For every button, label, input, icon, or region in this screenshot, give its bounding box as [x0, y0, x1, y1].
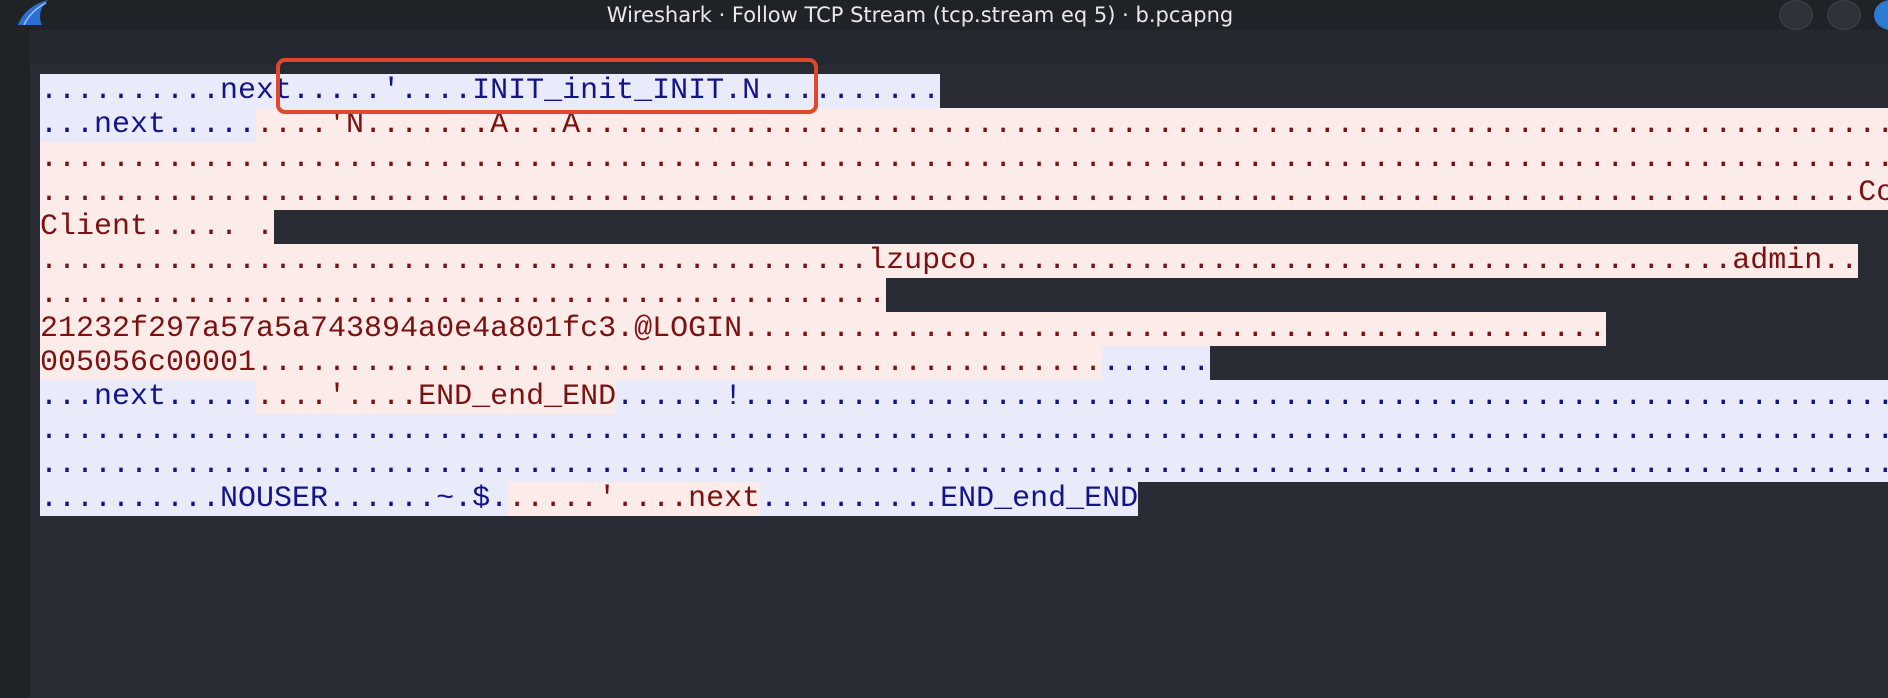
stream-line[interactable]: 21232f297a57a5a743894a0e4a801fc3.@LOGIN.…	[40, 312, 1888, 346]
stream-line[interactable]: ........................................…	[40, 448, 1888, 482]
server-segment: 005056c00001............................…	[40, 346, 1103, 380]
client-segment: ...next.....	[40, 380, 257, 414]
server-segment: ........................................…	[40, 176, 1888, 210]
client-segment: ..........END_end_END	[760, 482, 1139, 516]
stream-line[interactable]: 005056c00001............................…	[40, 346, 1888, 380]
client-segment: ......!.................................…	[616, 380, 1888, 414]
highlight-annotation	[276, 58, 818, 114]
server-segment: .....'....next	[508, 482, 761, 516]
stream-line[interactable]: ...next.........'....END_end_END......!.…	[40, 380, 1888, 414]
window-left-edge	[0, 30, 30, 698]
maximize-icon[interactable]	[1827, 0, 1861, 30]
server-segment: ........................................…	[40, 278, 887, 312]
title-bar[interactable]: Wireshark · Follow TCP Stream (tcp.strea…	[0, 0, 1888, 30]
stream-line[interactable]: ........................................…	[40, 414, 1888, 448]
client-segment: ........................................…	[40, 414, 1888, 448]
server-segment: ........................................…	[40, 142, 1888, 176]
stream-content[interactable]: ..........next.....'....INIT_init_INIT.N…	[40, 74, 1888, 516]
stream-line[interactable]: ........................................…	[40, 278, 1888, 312]
close-icon[interactable]	[1874, 0, 1888, 30]
stream-line[interactable]: ........................................…	[40, 142, 1888, 176]
client-segment: ........................................…	[40, 448, 1888, 482]
stream-line[interactable]: ..........NOUSER......~.$......'....next…	[40, 482, 1888, 516]
stream-line[interactable]: ........................................…	[40, 244, 1888, 278]
client-segment: ..........nex	[40, 74, 275, 108]
minimize-icon[interactable]	[1779, 0, 1813, 30]
window-title: Wireshark · Follow TCP Stream (tcp.strea…	[606, 3, 1234, 27]
server-segment: ....'....END_end_END	[256, 380, 617, 414]
server-segment: Client..... .	[40, 210, 275, 244]
stream-line[interactable]: Client..... .	[40, 210, 1888, 244]
client-segment: ......	[1102, 346, 1211, 380]
stream-line[interactable]: ........................................…	[40, 176, 1888, 210]
server-segment: ........................................…	[40, 244, 1859, 278]
follow-tcp-stream-window: Wireshark · Follow TCP Stream (tcp.strea…	[0, 0, 1888, 698]
server-segment: 21232f297a57a5a743894a0e4a801fc3.@LOGIN.…	[40, 312, 1607, 346]
client-segment: ...next.....	[40, 108, 257, 142]
client-segment: ..........NOUSER......~.$.	[40, 482, 509, 516]
